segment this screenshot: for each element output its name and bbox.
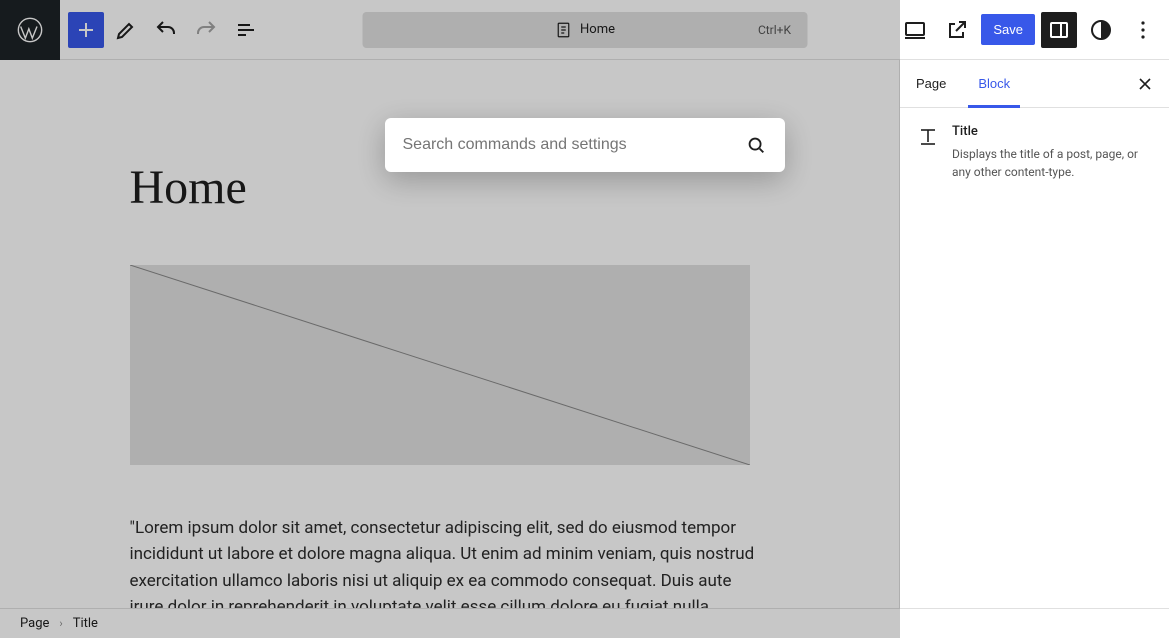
toolbar-right-group: Save — [897, 12, 1161, 48]
close-sidebar-button[interactable] — [1125, 64, 1165, 104]
save-button[interactable]: Save — [981, 14, 1035, 45]
view-page-button[interactable] — [939, 12, 975, 48]
block-description: Displays the title of a post, page, or a… — [952, 145, 1153, 181]
styles-button[interactable] — [1083, 12, 1119, 48]
command-palette-input[interactable] — [403, 136, 735, 154]
options-button[interactable] — [1125, 12, 1161, 48]
contrast-icon — [1089, 18, 1113, 42]
external-link-icon — [945, 18, 969, 42]
sidebar-tabs: Page Block — [900, 60, 1169, 108]
block-info-panel: Title Displays the title of a post, page… — [900, 108, 1169, 197]
tab-block[interactable]: Block — [962, 60, 1026, 107]
close-icon — [1135, 74, 1155, 94]
view-button[interactable] — [897, 12, 933, 48]
modal-backdrop[interactable] — [0, 0, 900, 638]
desktop-icon — [903, 18, 927, 42]
settings-panel-toggle[interactable] — [1041, 12, 1077, 48]
settings-sidebar: Page Block Title Displays the title of a… — [899, 60, 1169, 608]
search-icon — [745, 134, 767, 156]
tab-page[interactable]: Page — [900, 60, 962, 107]
sidebar-panel-icon — [1047, 18, 1071, 42]
command-palette — [385, 118, 785, 172]
block-name: Title — [952, 124, 1153, 139]
more-vertical-icon — [1131, 18, 1155, 42]
title-block-icon — [916, 124, 940, 148]
title-icon — [916, 124, 940, 148]
